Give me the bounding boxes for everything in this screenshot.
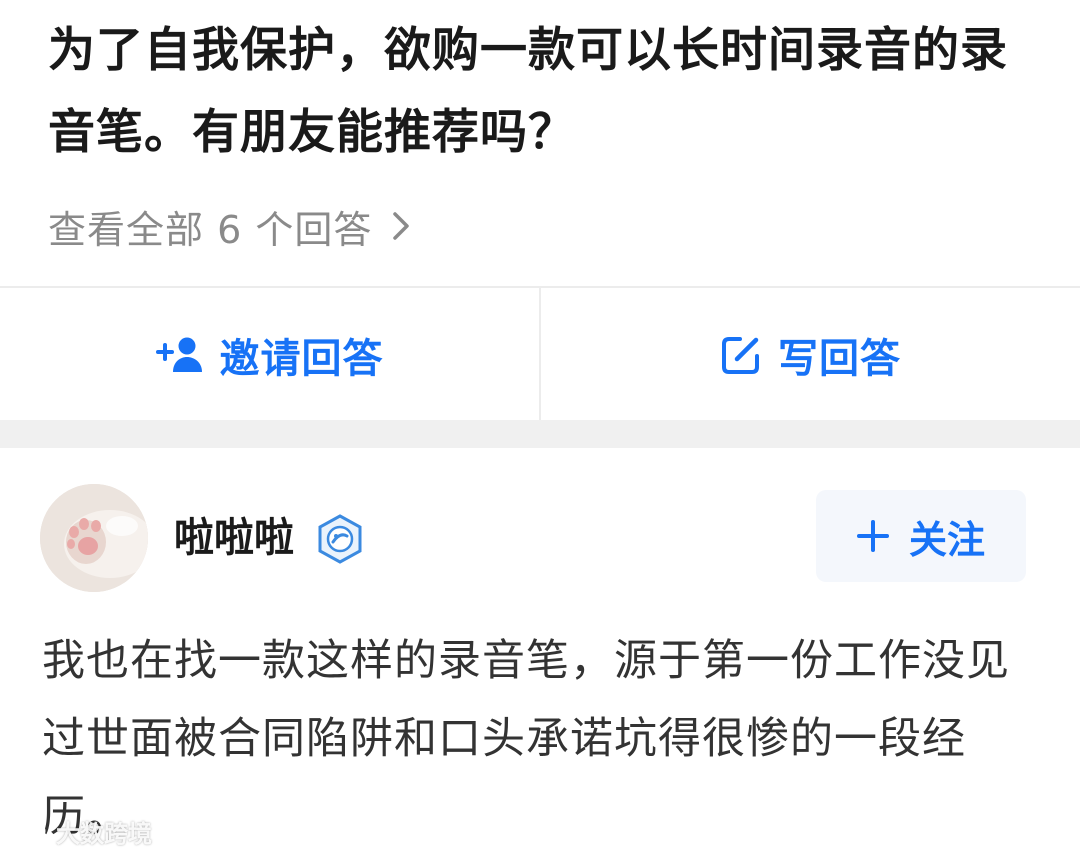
question-title[interactable]: 为了自我保护，欲购一款可以长时间录音的录音笔。有朋友能推荐吗？ [48,10,1048,174]
edit-icon [720,334,762,376]
avatar[interactable] [40,484,148,592]
plus-icon [856,520,889,552]
verified-badge-icon [316,514,364,564]
watermark: 大数跨境 [6,814,152,848]
invite-answer-button[interactable]: 邀请回答 [0,288,539,422]
follow-button[interactable]: 关注 [816,490,1026,582]
watermark-text: 大数跨境 [56,819,152,848]
view-all-answers-label: 查看全部 6 个回答 [48,207,373,252]
answer-author-header: 啦啦啦 关注 [0,448,1080,618]
invite-answer-label: 邀请回答 [219,336,384,382]
author-name[interactable]: 啦啦啦 [174,510,294,566]
write-answer-label: 写回答 [778,336,901,382]
write-answer-button[interactable]: 写回答 [541,288,1080,422]
watermark-logo-icon [6,817,50,845]
question-page: 为了自我保护，欲购一款可以长时间录音的录音笔。有朋友能推荐吗？ 查看全部 6 个… [0,0,1080,852]
answer-content[interactable]: 我也在找一款这样的录音笔，源于第一份工作没见过世面被合同陷阱和口头承诺坑得很惨的… [42,622,1042,852]
add-user-icon [155,335,204,375]
question-action-bar: 邀请回答 写回答 [0,286,1080,422]
view-all-answers-link[interactable]: 查看全部 6 个回答 [48,198,412,254]
follow-label: 关注 [908,517,985,562]
section-divider [0,420,1080,448]
chevron-right-icon [390,209,412,243]
